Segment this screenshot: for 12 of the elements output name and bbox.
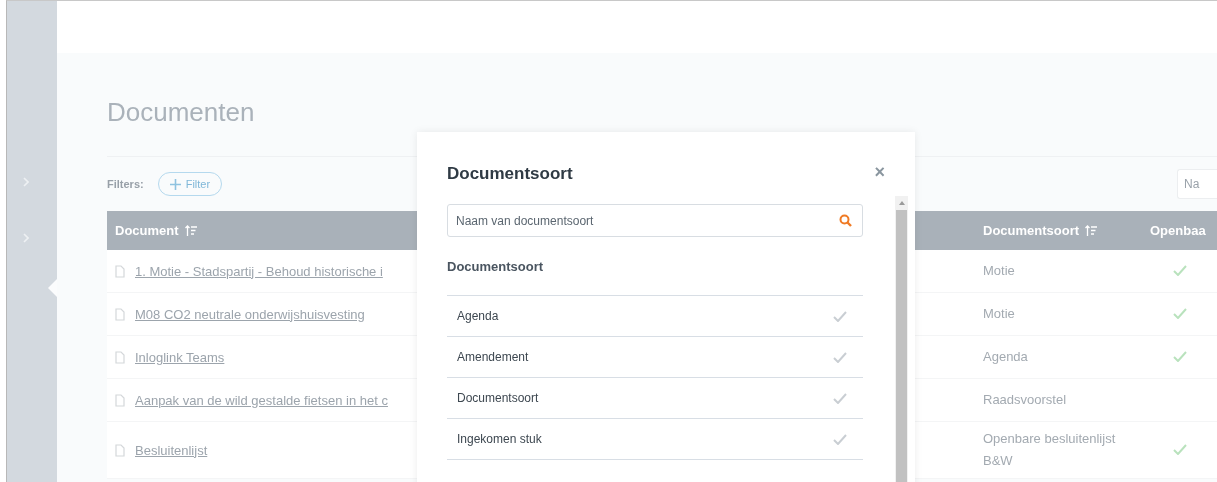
table-cell-text: Motie [982, 262, 1016, 280]
option-label: Ingekomen stuk [457, 432, 542, 446]
table-cell-text: Motie [982, 305, 1016, 323]
table-cell-text: Openbare besluitenlijst B&W [982, 430, 1117, 470]
modal-title: Documentsoort [447, 164, 573, 184]
option-label: Documentsoort [457, 391, 539, 405]
table-cell-text: Raadsvoorstel [982, 391, 1068, 409]
option-label: Amendement [457, 350, 529, 364]
option-label: Agenda [457, 309, 499, 323]
section-title: Documentsoort [447, 258, 545, 276]
table-cell-text: Agenda [982, 348, 1029, 366]
filters-label: Filters: [107, 178, 144, 190]
